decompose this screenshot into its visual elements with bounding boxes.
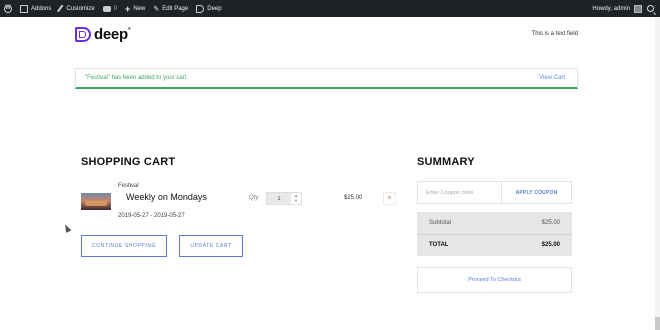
- cart-totals: Subtotal $25.00 TOTAL $25.00: [417, 212, 572, 256]
- quantity-input[interactable]: [267, 193, 291, 204]
- coupon-form: APPLY COUPON: [417, 181, 572, 204]
- wordpress-icon: [4, 4, 12, 13]
- comments-menu[interactable]: 0: [99, 0, 121, 17]
- new-label: New: [133, 5, 146, 12]
- addons-menu[interactable]: Addons: [16, 0, 55, 17]
- edit-page-menu[interactable]: ✎ Edit Page: [149, 0, 192, 17]
- totals-divider: [417, 234, 572, 235]
- scrollbar[interactable]: [655, 17, 660, 330]
- total-value: $25.00: [541, 242, 560, 248]
- product-name[interactable]: Weekly on Mondays: [126, 192, 207, 202]
- home-icon: [20, 4, 28, 13]
- deep-icon: [196, 4, 205, 13]
- coupon-input[interactable]: [418, 182, 502, 203]
- update-cart-button[interactable]: UPDATE CART: [179, 235, 243, 257]
- cart-notice: "Festival" has been added to your cart. …: [75, 68, 578, 89]
- addons-label: Addons: [31, 5, 52, 12]
- edit-page-label: Edit Page: [162, 5, 189, 12]
- avatar: [634, 4, 642, 13]
- customize-label: Customize: [66, 5, 95, 12]
- summary-title: SUMMARY: [417, 156, 475, 168]
- product-thumbnail[interactable]: [81, 193, 111, 210]
- qty-label: Qty: [249, 195, 259, 201]
- wordpress-menu[interactable]: [0, 0, 16, 17]
- close-icon: ×: [387, 195, 392, 202]
- admin-bar: Addons Customize 0 + New ✎ Edit Page Dee…: [0, 0, 660, 17]
- total-label: TOTAL: [429, 242, 449, 248]
- site-logo[interactable]: deep®: [75, 26, 131, 43]
- brush-icon: [57, 4, 66, 13]
- cart-title: SHOPPING CART: [81, 156, 176, 168]
- apply-coupon-button[interactable]: APPLY COUPON: [502, 182, 571, 203]
- mouse-cursor-icon: [62, 223, 72, 233]
- scrollbar-thumb[interactable]: [655, 317, 660, 330]
- pencil-icon: ✎: [153, 5, 160, 13]
- qty-arrows: ▲ ▼: [291, 193, 301, 204]
- total-row: TOTAL $25.00: [429, 242, 560, 248]
- search-icon[interactable]: [647, 5, 654, 12]
- comments-count: 0: [113, 5, 118, 12]
- customize-menu[interactable]: Customize: [55, 0, 98, 17]
- new-menu[interactable]: + New: [121, 0, 149, 17]
- deep-menu[interactable]: Deep: [192, 0, 225, 17]
- notice-message: "Festival" has been added to your cart.: [85, 75, 188, 81]
- proceed-to-checkout-button[interactable]: Proceed To Checkout: [417, 267, 572, 293]
- chevron-down-icon[interactable]: ▼: [294, 199, 298, 203]
- view-cart-link[interactable]: View Cart: [539, 75, 565, 81]
- deep-label: Deep: [207, 5, 222, 12]
- header-text-field: This is a text field: [531, 31, 578, 37]
- comment-icon: [102, 5, 111, 12]
- product-dates: 2019-05-27 - 2019-05-27: [118, 213, 185, 219]
- line-price: $25.00: [344, 195, 363, 201]
- user-greeting: Howdy, admin: [592, 5, 630, 12]
- subtotal-label: Subtotal: [429, 220, 452, 226]
- logo-text: deep®: [94, 26, 131, 43]
- subtotal-value: $25.00: [541, 220, 560, 226]
- continue-shopping-button[interactable]: CONTINUE SHOPPING: [81, 235, 167, 257]
- remove-item-button[interactable]: ×: [383, 192, 396, 205]
- product-category: Festival: [118, 183, 139, 189]
- user-menu[interactable]: Howdy, admin: [592, 0, 642, 17]
- deep-logo-icon: [75, 27, 91, 42]
- subtotal-row: Subtotal $25.00: [429, 220, 560, 226]
- quantity-stepper: ▲ ▼: [266, 192, 302, 205]
- plus-icon: +: [125, 3, 131, 14]
